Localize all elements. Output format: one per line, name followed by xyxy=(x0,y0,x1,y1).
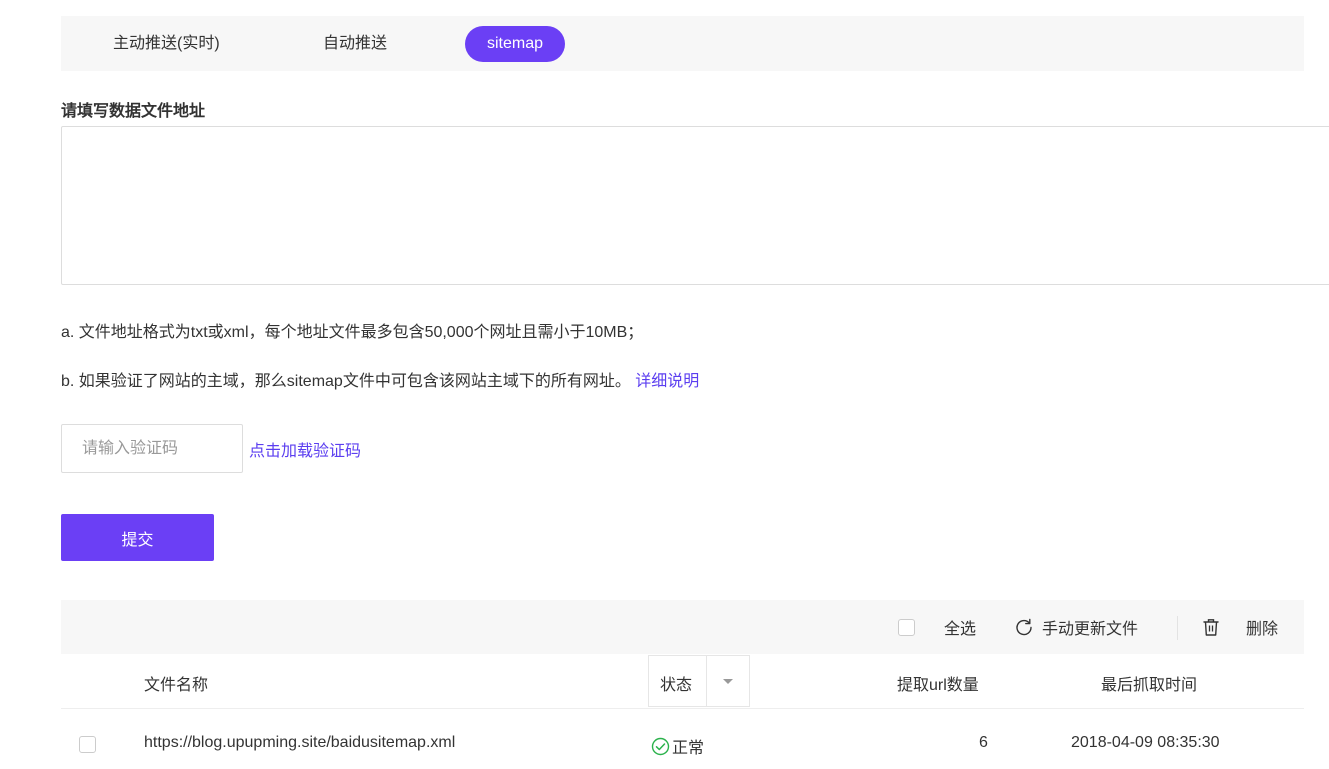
select-all-label: 全选 xyxy=(944,621,977,638)
refresh-label: 手动更新文件 xyxy=(1042,621,1139,638)
check-circle-icon xyxy=(651,737,670,755)
column-last-crawl-time: 最后抓取时间 xyxy=(1101,677,1198,694)
status-filter-divider xyxy=(706,656,707,706)
note-a: a. 文件地址格式为txt或xml，每个地址文件最多包含50,000个网址且需小… xyxy=(61,324,644,341)
file-list-toolbar: 全选 手动更新文件 删除 xyxy=(61,600,1304,654)
row-checkbox[interactable] xyxy=(79,736,96,753)
refresh-icon xyxy=(1016,618,1032,636)
details-link[interactable]: 详细说明 xyxy=(635,373,699,390)
column-url-count: 提取url数量 xyxy=(897,677,979,694)
row-url-count: 6 xyxy=(979,734,988,751)
trash-icon xyxy=(1203,619,1219,636)
column-file-name: 文件名称 xyxy=(144,677,209,694)
row-last-crawl-time: 2018-04-09 08:35:30 xyxy=(1071,734,1220,751)
select-all-checkbox[interactable] xyxy=(898,618,915,636)
push-method-tabs: 主动推送(实时) 自动推送 sitemap xyxy=(61,16,1304,71)
select-all-control[interactable]: 全选 xyxy=(898,615,976,639)
table-row: https://blog.upupming.site/baidusitemap.… xyxy=(61,710,1304,769)
form-title: 请填写数据文件地址 xyxy=(61,103,206,120)
toolbar-divider xyxy=(1177,616,1178,640)
row-status-label: 正常 xyxy=(672,740,705,757)
tab-active-push[interactable]: 主动推送(实时) xyxy=(113,26,220,62)
refresh-file-button[interactable]: 手动更新文件 xyxy=(1014,615,1138,639)
captcha-input[interactable] xyxy=(61,424,243,473)
caret-down-icon xyxy=(723,679,733,684)
load-captcha-link[interactable]: 点击加载验证码 xyxy=(249,437,361,461)
tab-sitemap[interactable]: sitemap xyxy=(465,26,565,62)
sitemap-url-textarea[interactable] xyxy=(61,126,1329,285)
status-filter-dropdown[interactable]: 状态 xyxy=(648,655,750,707)
delete-button[interactable]: 删除 xyxy=(1202,615,1278,639)
submit-button[interactable]: 提交 xyxy=(61,514,214,561)
status-filter-label: 状态 xyxy=(660,677,693,694)
row-file-url: https://blog.upupming.site/baidusitemap.… xyxy=(144,734,456,751)
delete-label: 删除 xyxy=(1246,621,1279,638)
note-b-text: b. 如果验证了网站的主域，那么sitemap文件中可包含该网站主域下的所有网址… xyxy=(61,373,631,390)
note-b: b. 如果验证了网站的主域，那么sitemap文件中可包含该网站主域下的所有网址… xyxy=(61,367,699,391)
table-header: 文件名称 状态 提取url数量 最后抓取时间 xyxy=(61,654,1304,709)
row-status: 正常 xyxy=(651,734,704,758)
tab-auto-push[interactable]: 自动推送 xyxy=(323,26,387,62)
